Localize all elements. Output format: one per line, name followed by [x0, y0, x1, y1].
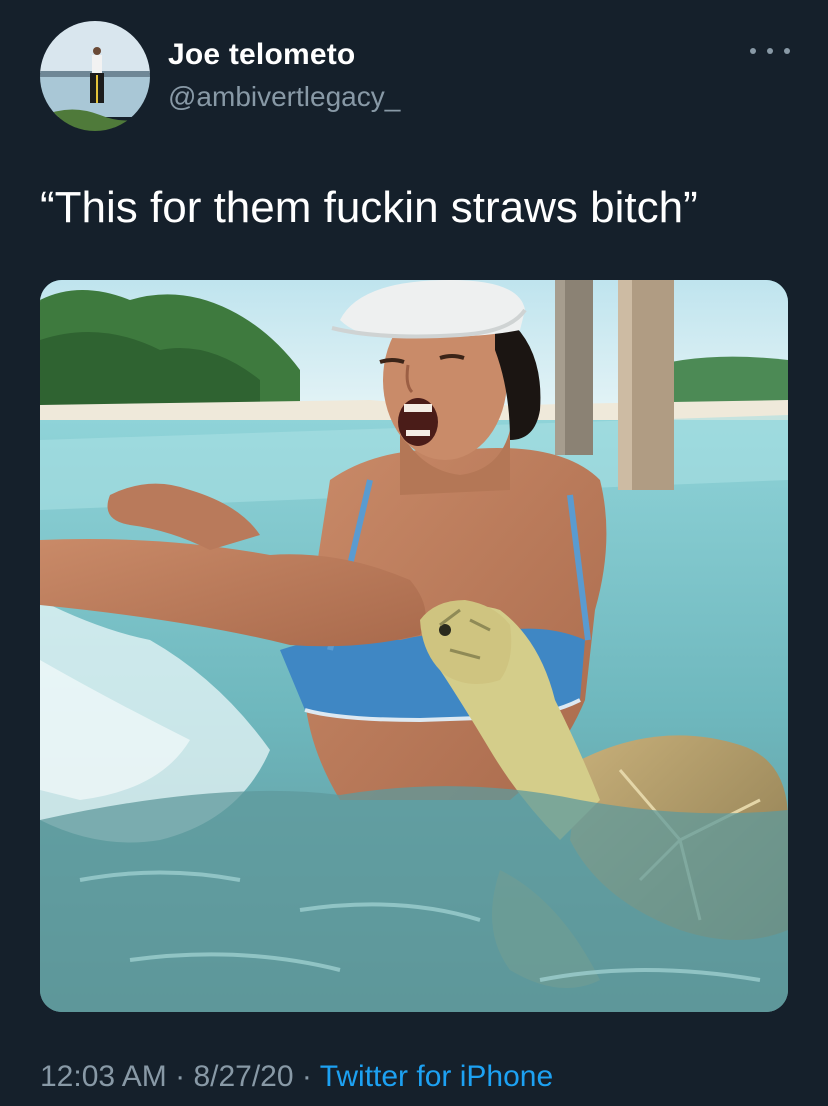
more-options-icon[interactable]: [750, 36, 790, 66]
tweet-date[interactable]: 8/27/20: [193, 1060, 293, 1093]
more-dot: [750, 48, 756, 54]
more-dot: [767, 48, 773, 54]
tweet-text: “This for them fuckin straws bitch”: [40, 183, 698, 232]
tweet-source-link[interactable]: Twitter for iPhone: [320, 1060, 553, 1093]
author-display-name[interactable]: Joe telometo: [168, 38, 355, 72]
more-dot: [784, 48, 790, 54]
tweet-time[interactable]: 12:03 AM: [40, 1060, 167, 1093]
meta-separator: ·: [175, 1060, 186, 1093]
tweet-photo[interactable]: [40, 280, 788, 1012]
avatar[interactable]: [40, 21, 150, 131]
tweet-meta: 12:03 AM · 8/27/20 · Twitter for iPhone: [40, 1060, 553, 1094]
author-handle[interactable]: @ambivertlegacy_: [168, 81, 400, 113]
tweet: Joe telometo @ambivertlegacy_ “This for …: [0, 0, 828, 1106]
meta-separator: ·: [301, 1060, 312, 1093]
